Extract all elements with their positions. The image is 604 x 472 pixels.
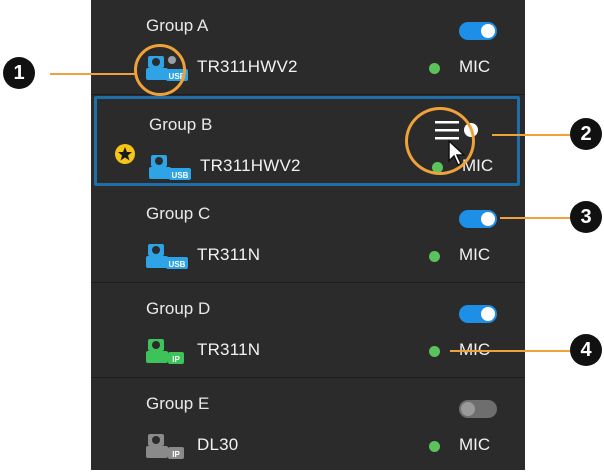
group-name: Group D	[146, 299, 211, 318]
camera-icon: IP	[146, 434, 184, 459]
group-row-e[interactable]: Group E IP DL30 MIC	[91, 378, 525, 472]
toggle-knob	[481, 24, 495, 38]
callout-line-3	[500, 217, 572, 219]
group-toggle[interactable]	[459, 305, 497, 323]
star-icon	[115, 144, 135, 164]
callout-highlight-1	[134, 44, 186, 96]
group-toggle[interactable]	[459, 22, 497, 40]
camera-icon: USB	[149, 155, 191, 180]
status-dot	[429, 441, 440, 452]
callout-badge-1: 1	[3, 57, 35, 89]
device-name: TR311HWV2	[197, 57, 298, 76]
group-name: Group B	[149, 115, 213, 134]
callout-line-2	[492, 134, 572, 136]
callout-badge-3: 3	[570, 201, 602, 233]
group-toggle[interactable]	[459, 210, 497, 228]
callout-badge-4: 4	[570, 334, 602, 366]
status-label: MIC	[459, 57, 491, 76]
camera-type-label: IP	[172, 355, 180, 364]
status-label: MIC	[459, 435, 491, 454]
toggle-knob	[461, 402, 475, 416]
group-name: Group A	[146, 16, 209, 35]
group-name: Group E	[146, 394, 210, 413]
callout-badge-2: 2	[570, 118, 602, 150]
device-name: TR311N	[197, 340, 261, 359]
status-dot	[429, 63, 440, 74]
callout-line-4	[450, 350, 572, 352]
camera-type-label: IP	[172, 450, 180, 459]
toggle-knob	[481, 212, 495, 226]
device-name: TR311HWV2	[200, 156, 301, 175]
group-row-d[interactable]: Group D IP TR311N MIC	[91, 283, 525, 378]
device-name: DL30	[197, 435, 239, 454]
device-name: TR311N	[197, 245, 261, 264]
camera-type-label: USB	[172, 171, 189, 180]
camera-icon: IP	[146, 339, 184, 364]
camera-type-label: USB	[169, 260, 186, 269]
group-row-c[interactable]: Group C USB TR311N MIC	[91, 188, 525, 283]
group-name: Group C	[146, 204, 211, 223]
status-dot	[429, 251, 440, 262]
callout-highlight-2	[405, 107, 475, 175]
callout-line-1	[50, 73, 136, 75]
group-toggle[interactable]	[459, 400, 497, 418]
toggle-knob	[481, 307, 495, 321]
status-label: MIC	[459, 245, 491, 264]
camera-icon: USB	[146, 244, 188, 269]
status-dot	[429, 346, 440, 357]
